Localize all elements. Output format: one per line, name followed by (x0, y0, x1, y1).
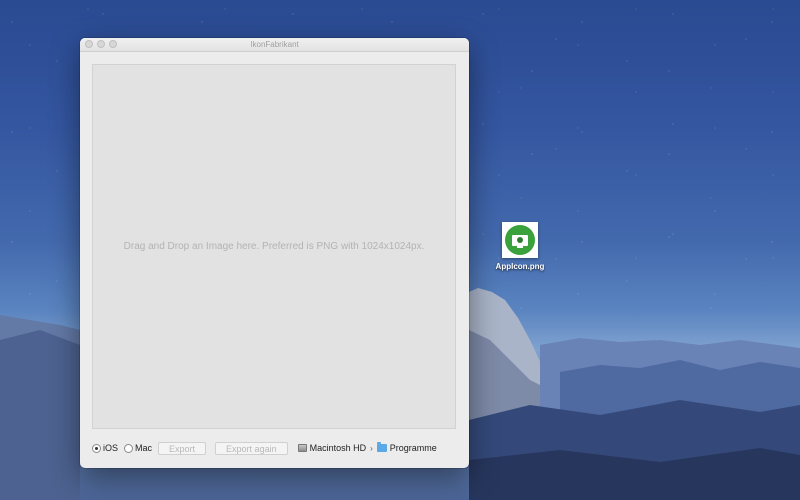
radio-ios-indicator[interactable] (92, 443, 101, 453)
path-folder[interactable]: Programme (390, 443, 437, 453)
desktop: IkonFabrikant Drag and Drop an Image her… (0, 0, 800, 500)
desktop-file-appicon[interactable]: AppIcon.png (492, 222, 548, 271)
folder-icon (376, 442, 387, 452)
app-window: IkonFabrikant Drag and Drop an Image her… (80, 38, 469, 468)
title-bar[interactable]: IkonFabrikant (80, 38, 469, 52)
radio-mac[interactable]: Mac (124, 443, 152, 453)
export-again-button[interactable]: Export again (215, 441, 288, 455)
radio-mac-label: Mac (135, 443, 153, 453)
export-path-control[interactable]: Macintosh HD › Programme (297, 442, 437, 453)
radio-ios[interactable]: iOS (92, 443, 118, 453)
download-arrow-icon (517, 236, 523, 243)
app-icon (505, 225, 535, 255)
platform-radio-group: iOS Mac (92, 443, 158, 453)
export-button[interactable]: Export (158, 441, 207, 455)
image-drop-zone[interactable]: Drag and Drop an Image here. Preferred i… (92, 64, 456, 429)
file-thumbnail[interactable] (502, 222, 538, 258)
hard-drive-icon (297, 444, 307, 452)
window-title: IkonFabrikant (250, 40, 299, 49)
drop-zone-hint: Drag and Drop an Image here. Preferred i… (123, 241, 425, 252)
monitor-icon (512, 234, 528, 248)
path-separator: › (370, 443, 373, 453)
bottom-toolbar: iOS Mac Export Export again Macintosh HD… (92, 440, 437, 456)
radio-mac-indicator[interactable] (124, 443, 134, 453)
radio-ios-label: iOS (103, 443, 119, 453)
path-volume[interactable]: Macintosh HD (310, 443, 367, 453)
file-name-label: AppIcon.png (495, 262, 545, 271)
